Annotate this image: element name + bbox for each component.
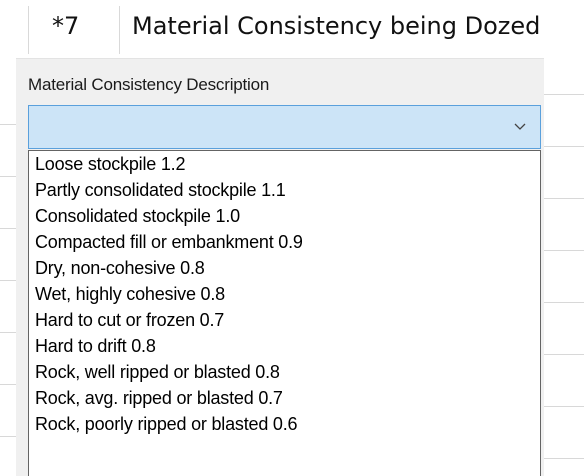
option-rock-well-ripped[interactable]: Rock, well ripped or blasted 0.8: [29, 359, 540, 385]
screen: *7 Material Consistency being Dozed Mate…: [0, 0, 584, 476]
option-hard-to-cut-or-frozen[interactable]: Hard to cut or frozen 0.7: [29, 307, 540, 333]
option-rock-poorly-ripped[interactable]: Rock, poorly ripped or blasted 0.6: [29, 411, 540, 437]
option-hard-to-drift[interactable]: Hard to drift 0.8: [29, 333, 540, 359]
option-compacted-fill[interactable]: Compacted fill or embankment 0.9: [29, 229, 540, 255]
option-dry-non-cohesive[interactable]: Dry, non-cohesive 0.8: [29, 255, 540, 281]
row-title: Material Consistency being Dozed: [132, 12, 541, 40]
material-consistency-combobox[interactable]: [28, 105, 541, 149]
dropdown-list: Loose stockpile 1.2 Partly consolidated …: [28, 150, 541, 476]
row-number: *7: [52, 12, 80, 40]
option-loose-stockpile[interactable]: Loose stockpile 1.2: [29, 151, 540, 177]
option-wet-highly-cohesive[interactable]: Wet, highly cohesive 0.8: [29, 281, 540, 307]
option-partly-consolidated-stockpile[interactable]: Partly consolidated stockpile 1.1: [29, 177, 540, 203]
field-label: Material Consistency Description: [28, 75, 270, 94]
left-gridlines: [0, 58, 26, 476]
option-consolidated-stockpile[interactable]: Consolidated stockpile 1.0: [29, 203, 540, 229]
option-rock-avg-ripped[interactable]: Rock, avg. ripped or blasted 0.7: [29, 385, 540, 411]
sheet-header-row: *7 Material Consistency being Dozed: [0, 0, 584, 58]
right-gridlines: [544, 58, 584, 476]
chevron-down-icon[interactable]: [512, 118, 528, 134]
form-panel: Material Consistency Description Loose s…: [16, 58, 544, 476]
